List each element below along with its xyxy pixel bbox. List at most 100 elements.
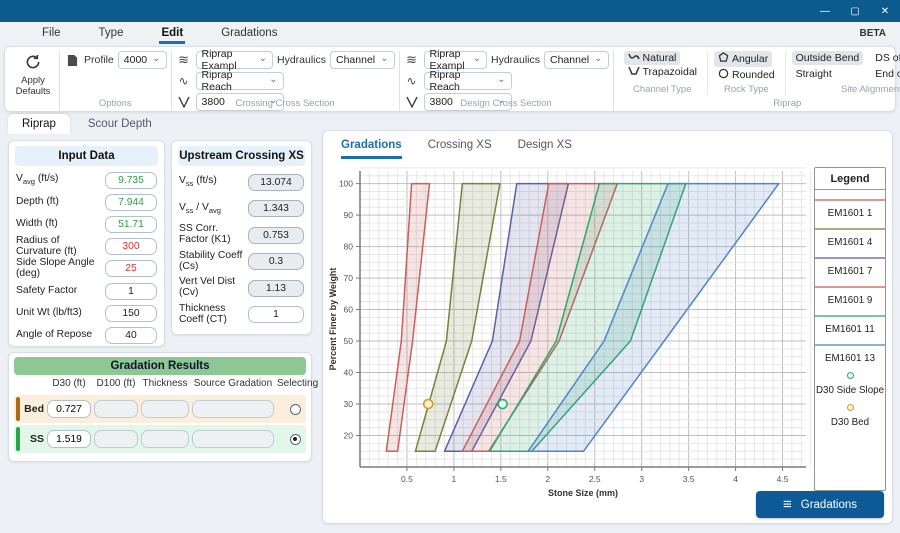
field-row: SS Corr. Factor (K1) xyxy=(172,222,311,249)
side-slope-angle-input[interactable] xyxy=(105,260,157,277)
field-row: Unit Wt (lb/ft3) xyxy=(9,302,164,324)
gradation-chart: 0.511.522.533.544.52030405060708090100St… xyxy=(327,163,811,501)
bed-d30-field[interactable] xyxy=(47,400,91,418)
field-row: Vavg (ft/s) xyxy=(9,169,164,191)
legend-line-sample xyxy=(815,286,885,288)
group-options: Profile 4000 Options xyxy=(59,51,171,111)
tab-gradations[interactable]: Gradations xyxy=(341,139,402,159)
site-outside-bend[interactable]: Outside Bend xyxy=(792,51,864,65)
panel-title: Input Data xyxy=(15,146,158,166)
svg-text:100: 100 xyxy=(339,179,353,189)
legend-marker-sample xyxy=(815,402,885,410)
apply-defaults-button[interactable]: Apply Defaults xyxy=(11,51,55,98)
legend-line-sample xyxy=(815,315,885,317)
group-design-xs: ≋ Riprap Exampl Hydraulics Channel ∿ Rip… xyxy=(399,51,613,111)
group-label-options: Options xyxy=(60,98,171,109)
gradations-button[interactable]: ≡ Gradations xyxy=(756,491,884,518)
svg-text:2: 2 xyxy=(545,474,550,484)
field-row: Radius of Curvature (ft) xyxy=(9,236,164,258)
tab-design-xs[interactable]: Design XS xyxy=(518,139,572,159)
menu-edit[interactable]: Edit xyxy=(159,24,185,42)
svg-text:60: 60 xyxy=(344,305,354,315)
vavg-input[interactable] xyxy=(105,172,157,189)
field-row: Vss / Vavg xyxy=(172,196,311,223)
site-end-of-dike[interactable]: End of Dike xyxy=(871,67,900,81)
tab-riprap[interactable]: Riprap xyxy=(8,114,70,134)
vss-ratio-field xyxy=(248,200,304,217)
legend-line-sample xyxy=(815,228,885,230)
field-row: Safety Factor xyxy=(9,280,164,302)
ss-source-field xyxy=(192,430,274,448)
legend-line-sample xyxy=(815,257,885,259)
design-gradation-dropdown[interactable]: Riprap Exampl xyxy=(424,51,487,69)
crossing-gradation-dropdown[interactable]: Riprap Exampl xyxy=(196,51,273,69)
unit-wt-input[interactable] xyxy=(105,305,157,322)
profile-label: Profile xyxy=(84,54,114,66)
svg-text:0.5: 0.5 xyxy=(401,474,413,484)
refresh-icon xyxy=(24,53,42,74)
field-row: Vss (ft/s) xyxy=(172,169,311,196)
angular-rock-icon xyxy=(718,52,729,66)
tab-scour-depth[interactable]: Scour Depth xyxy=(74,114,166,134)
svg-text:80: 80 xyxy=(344,242,354,252)
angle-of-repose-input[interactable] xyxy=(105,327,157,344)
group-apply: Apply Defaults xyxy=(7,51,59,111)
safety-factor-input[interactable] xyxy=(105,283,157,300)
menu-type[interactable]: Type xyxy=(97,24,126,42)
svg-text:30: 30 xyxy=(344,399,354,409)
gradation-results-panel: Gradation Results D30 (ft) D100 (ft) Thi… xyxy=(8,352,312,462)
close-icon[interactable]: ✕ xyxy=(870,0,900,22)
menu-gradations[interactable]: Gradations xyxy=(219,24,279,42)
gradation-row-ss: SS xyxy=(14,425,306,453)
field-row: Vert Vel Dist (Cv) xyxy=(172,275,311,302)
bed-thickness-field xyxy=(141,400,189,418)
legend-title: Legend xyxy=(815,168,885,190)
subgroup-channel-type: Natural Trapazoidal Channel Type xyxy=(618,51,707,95)
svg-text:20: 20 xyxy=(344,431,354,441)
rock-type-rounded[interactable]: Rounded xyxy=(714,67,779,83)
thickness-coeff-input[interactable] xyxy=(248,306,304,323)
subgroup-site-alignment: Outside Bend DS of Concrete Straight End… xyxy=(785,51,900,95)
site-ds-of-concrete[interactable]: DS of Concrete xyxy=(871,51,900,65)
svg-text:40: 40 xyxy=(344,368,354,378)
site-straight[interactable]: Straight xyxy=(792,67,864,81)
tab-crossing-xs[interactable]: Crossing XS xyxy=(428,139,492,159)
hydraulics-label: Hydraulics xyxy=(491,54,540,66)
legend-item-label: EM1601 9 xyxy=(815,295,885,306)
ss-selecting-radio[interactable] xyxy=(290,434,301,445)
bed-source-field xyxy=(192,400,274,418)
design-hydraulics-dropdown[interactable]: Channel xyxy=(544,51,609,69)
rock-type-angular[interactable]: Angular xyxy=(714,51,772,67)
menu-file[interactable]: File xyxy=(40,24,63,42)
channel-type-trapazoidal[interactable]: Trapazoidal xyxy=(624,65,701,79)
profile-dropdown[interactable]: 4000 xyxy=(118,51,167,69)
hydraulics-label: Hydraulics xyxy=(277,54,326,66)
gradation-row-bed: Bed xyxy=(14,395,306,423)
beta-badge: BETA xyxy=(860,28,886,39)
bed-selecting-radio[interactable] xyxy=(290,404,301,415)
waves-icon: ≋ xyxy=(176,52,192,68)
channel-type-natural[interactable]: Natural xyxy=(624,51,681,65)
svg-text:3: 3 xyxy=(639,474,644,484)
maximize-icon[interactable]: ▢ xyxy=(840,0,870,22)
ss-d30-field[interactable] xyxy=(47,430,91,448)
ribbon: Apply Defaults Profile 4000 Options ≋ Ri… xyxy=(4,46,896,112)
legend-line-sample xyxy=(815,344,885,346)
depth-input[interactable] xyxy=(105,194,157,211)
crossing-hydraulics-dropdown[interactable]: Channel xyxy=(330,51,395,69)
natural-channel-icon xyxy=(628,52,640,64)
svg-text:Stone Size (mm): Stone Size (mm) xyxy=(548,488,618,498)
design-reach-dropdown[interactable]: Riprap Reach xyxy=(424,72,512,90)
minimize-icon[interactable]: — xyxy=(810,0,840,22)
panel-title: Gradation Results xyxy=(14,357,306,375)
rounded-rock-icon xyxy=(718,68,729,82)
radius-of-curvature-input[interactable] xyxy=(105,238,157,255)
width-input[interactable] xyxy=(105,216,157,233)
group-riprap: Natural Trapazoidal Channel Type Angular xyxy=(613,51,900,111)
group-crossing-xs: ≋ Riprap Exampl Hydraulics Channel ∿ Rip… xyxy=(171,51,399,111)
profile-icon xyxy=(64,54,80,67)
legend-item-label: EM1601 11 xyxy=(815,324,885,335)
crossing-reach-dropdown[interactable]: Riprap Reach xyxy=(196,72,284,90)
upstream-crossing-panel: Upstream Crossing XS Vss (ft/s) Vss / Va… xyxy=(171,140,312,335)
chart-legend: Legend EM1601 1EM1601 4EM1601 7EM1601 9E… xyxy=(814,167,886,491)
